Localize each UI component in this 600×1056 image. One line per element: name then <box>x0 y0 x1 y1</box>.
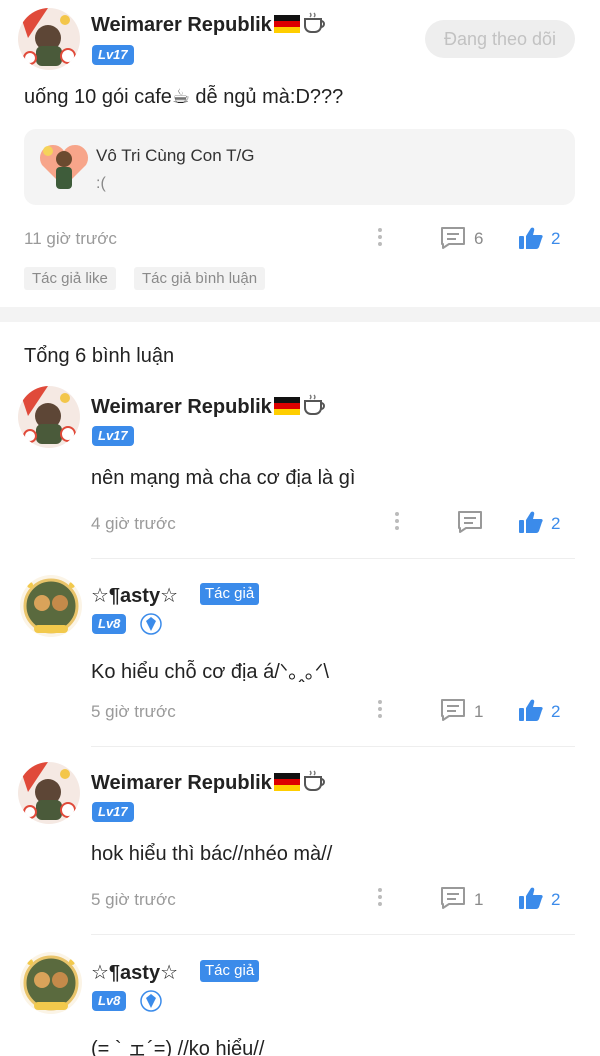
quoted-card[interactable]: Vô Tri Cùng Con T/G :( <box>24 129 575 205</box>
quote-thumbnail <box>34 137 94 197</box>
comment-author-name[interactable]: Weimarer Republik <box>91 770 327 795</box>
comment-text: (= ` ェ´=) //ko hiểu// <box>91 1038 265 1056</box>
quote-subtitle: :( <box>96 175 106 192</box>
comment-icon[interactable] <box>440 226 466 250</box>
comment-text: Ko hiểu chỗ cơ địa á/ᐠ｡ꞈ｡ᐟ\ <box>91 661 329 683</box>
shield-badge-icon <box>140 613 162 635</box>
post-time: 11 giờ trước <box>24 229 117 248</box>
level-badge: Lv8 <box>92 614 127 634</box>
comment-author-name-text: Weimarer Republik <box>91 772 272 794</box>
comment-icon[interactable] <box>440 698 466 722</box>
coffee-icon <box>303 12 325 33</box>
comment-time: 5 giờ trước <box>91 702 176 721</box>
comment-reply-count: 1 <box>474 890 484 909</box>
comment-text: nên mạng mà cha cơ địa là gì <box>91 467 356 489</box>
avatar[interactable] <box>18 762 80 824</box>
author-name[interactable]: Weimarer Republik <box>91 12 327 37</box>
thumbs-up-icon[interactable] <box>518 886 544 910</box>
comment-divider <box>91 746 575 747</box>
quote-title: Vô Tri Cùng Con T/G <box>96 146 255 165</box>
comment-author-name[interactable]: Weimarer Republik <box>91 394 327 419</box>
avatar[interactable] <box>20 952 82 1014</box>
comment-reply-count: 1 <box>474 702 484 721</box>
avatar[interactable] <box>18 8 80 70</box>
comment-like-count: 2 <box>551 702 561 721</box>
thumbs-up-icon[interactable] <box>518 226 544 250</box>
comment-like-count: 2 <box>551 890 561 909</box>
comment-author-name[interactable]: ☆¶asty☆ <box>91 583 178 608</box>
post-like-count: 2 <box>551 229 561 248</box>
comment-author-name[interactable]: ☆¶asty☆ <box>91 960 178 985</box>
comment-text: hok hiểu thì bác//nhéo mà// <box>91 843 333 865</box>
comment-divider <box>91 934 575 935</box>
more-icon[interactable] <box>377 888 383 910</box>
more-icon[interactable] <box>377 228 383 250</box>
level-badge: Lv17 <box>92 45 134 65</box>
level-badge: Lv17 <box>92 802 134 822</box>
germany-flag-icon <box>273 773 300 791</box>
comment-time: 4 giờ trước <box>91 514 176 533</box>
section-divider <box>0 307 600 322</box>
author-name-text: Weimarer Republik <box>91 14 272 36</box>
level-badge: Lv17 <box>92 426 134 446</box>
germany-flag-icon <box>273 397 300 415</box>
following-button[interactable]: Đang theo dõi <box>425 20 575 58</box>
comment-author-name-text: Weimarer Republik <box>91 396 272 418</box>
comment-icon[interactable] <box>457 510 483 534</box>
coffee-icon <box>303 394 325 415</box>
level-badge: Lv8 <box>92 991 127 1011</box>
thumbs-up-icon[interactable] <box>518 510 544 534</box>
comment-icon[interactable] <box>440 886 466 910</box>
author-badge: Tác giả <box>200 960 260 982</box>
avatar[interactable] <box>20 575 82 637</box>
tag-author-like: Tác giả like <box>24 267 116 290</box>
germany-flag-icon <box>273 15 300 33</box>
author-badge: Tác giả <box>200 583 260 605</box>
tag-author-comment: Tác giả bình luận <box>134 267 266 290</box>
comment-time: 5 giờ trước <box>91 890 176 909</box>
comment-divider <box>91 558 575 559</box>
coffee-icon <box>303 770 325 791</box>
more-icon[interactable] <box>394 512 400 534</box>
post-text: uống 10 gói cafe☕ dễ ngủ mà:D??? <box>24 86 344 108</box>
more-icon[interactable] <box>377 700 383 722</box>
post-detail-page: Weimarer Republik Lv17 Đang theo dõi uốn… <box>0 0 600 1056</box>
comment-like-count: 2 <box>551 514 561 533</box>
thumbs-up-icon[interactable] <box>518 698 544 722</box>
comments-total: Tổng 6 bình luận <box>24 345 175 367</box>
avatar[interactable] <box>18 386 80 448</box>
shield-badge-icon <box>140 990 162 1012</box>
post-comment-count: 6 <box>474 229 484 248</box>
